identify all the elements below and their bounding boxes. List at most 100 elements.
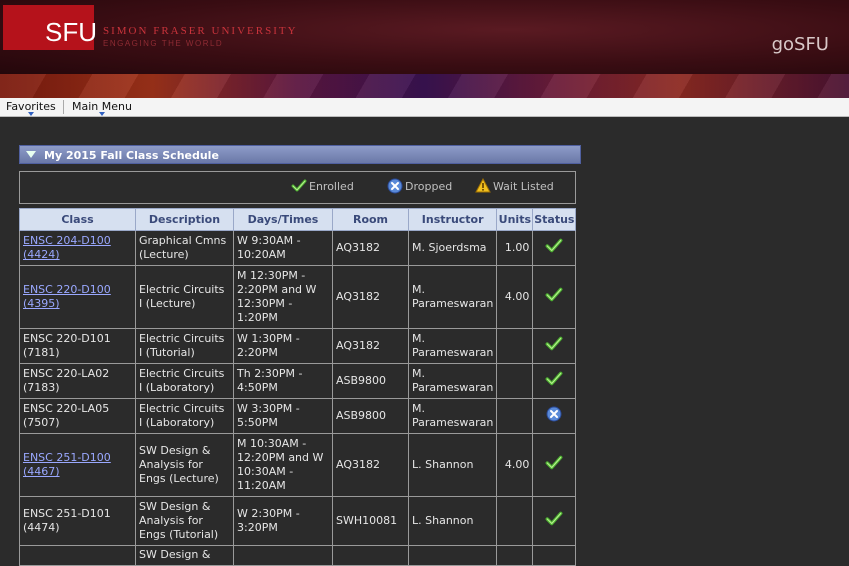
status-cell (532, 363, 577, 399)
class-cell: ENSC 251-D100 (4467) (19, 433, 136, 497)
menu-divider (63, 100, 64, 114)
university-name: SIMON FRASER UNIVERSITY (103, 25, 298, 37)
column-header-room[interactable]: Room (332, 208, 409, 231)
class-number: (4474) (23, 521, 60, 534)
units-cell (496, 545, 534, 566)
class-number: (7183) (23, 381, 60, 394)
units-cell: 4.00 (496, 433, 534, 497)
chevron-down-icon (98, 112, 105, 116)
description-cell: SW Design & Analysis for Engs (Lecture) (135, 433, 234, 497)
room-cell (332, 545, 409, 566)
checkmark-icon (291, 179, 307, 192)
tagline: ENGAGING THE WORLD (103, 39, 224, 48)
units-cell (496, 363, 534, 399)
class-cell (19, 545, 136, 566)
checkmark-icon (545, 336, 563, 351)
class-number: (4424) (23, 248, 60, 261)
days-times-cell (233, 545, 333, 566)
favorites-menu[interactable]: Favorites (6, 100, 56, 116)
room-cell: ASB9800 (332, 363, 409, 399)
class-cell: ENSC 204-D100 (4424) (19, 230, 136, 266)
class-code: ENSC 220-D101 (23, 332, 111, 345)
checkmark-icon (545, 371, 563, 386)
units-cell: 1.00 (496, 230, 534, 266)
room-cell: AQ3182 (332, 433, 409, 497)
column-header-class[interactable]: Class (19, 208, 136, 231)
class-cell: ENSC 251-D101 (4474) (19, 496, 136, 546)
column-header-description[interactable]: Description (135, 208, 234, 231)
class-code: ENSC 220-LA02 (23, 367, 110, 380)
instructor-cell: M. Sjoerdsma (407, 230, 498, 266)
table-row: ENSC 220-D100 (4395) Electric Circuits I … (19, 265, 577, 329)
status-legend: Enrolled Dropped Wait Listed (19, 171, 576, 204)
instructor-cell (407, 545, 498, 566)
class-link[interactable]: ENSC 251-D100 (4467) (23, 451, 111, 478)
table-row: ENSC 251-D100 (4467) SW Design & Analysis… (19, 433, 577, 497)
class-cell: ENSC 220-LA02 (7183) (19, 363, 136, 399)
decorative-stripe (0, 74, 849, 98)
instructor-cell: L. Shannon (407, 496, 498, 546)
collapse-triangle-icon[interactable] (26, 151, 36, 158)
chevron-down-icon (27, 112, 34, 116)
days-times-cell: W 1:30PM - 2:20PM (233, 328, 333, 364)
class-link[interactable]: ENSC 220-D100 (4395) (23, 283, 111, 310)
legend-enrolled-label: Enrolled (309, 180, 354, 193)
menu-bar: Favorites Main Menu (0, 98, 849, 117)
description-cell: Electric Circuits I (Laboratory) (135, 363, 234, 399)
units-cell (496, 328, 534, 364)
days-times-cell: W 2:30PM - 3:20PM (233, 496, 333, 546)
room-cell: AQ3182 (332, 328, 409, 364)
room-cell: ASB9800 (332, 398, 409, 434)
section-title: My 2015 Fall Class Schedule (44, 149, 219, 162)
column-header-instructor[interactable]: Instructor (407, 208, 498, 231)
legend-dropped-label: Dropped (405, 180, 453, 193)
status-cell (532, 328, 577, 364)
instructor-cell: M. Parameswaran (407, 363, 498, 399)
room-cell: AQ3182 (332, 265, 409, 329)
checkmark-icon (545, 455, 563, 470)
class-code: ENSC 220-D100 (23, 283, 111, 296)
description-cell: Electric Circuits I (Tutorial) (135, 328, 234, 364)
legend-enrolled: Enrolled (291, 179, 354, 193)
table-body: ENSC 204-D100 (4424) Graphical Cmns (Lect… (19, 230, 577, 566)
class-number: (4467) (23, 465, 60, 478)
column-header-units[interactable]: Units (496, 208, 534, 231)
sfu-logo[interactable]: SFU (3, 5, 97, 50)
app-title: goSFU (771, 34, 829, 55)
main-menu[interactable]: Main Menu (72, 100, 132, 116)
instructor-cell: M. Parameswaran (407, 398, 498, 434)
logo-text: SFU (45, 17, 97, 47)
class-code: ENSC 220-LA05 (23, 402, 110, 415)
days-times-cell: Th 2:30PM - 4:50PM (233, 363, 333, 399)
class-cell: ENSC 220-D100 (4395) (19, 265, 136, 329)
instructor-cell: M. Parameswaran (407, 265, 498, 329)
units-cell (496, 398, 534, 434)
column-header-status[interactable]: Status (532, 208, 577, 231)
class-number: (7507) (23, 416, 60, 429)
table-row: ENSC 220-D101 (7181) Electric Circuits I … (19, 328, 577, 364)
days-times-cell: M 12:30PM - 2:20PM and W 12:30PM - 1:20P… (233, 265, 333, 329)
description-cell: Electric Circuits I (Laboratory) (135, 398, 234, 434)
class-code: ENSC 251-D101 (23, 507, 111, 520)
checkmark-icon (545, 238, 563, 253)
table-row: ENSC 204-D100 (4424) Graphical Cmns (Lect… (19, 230, 577, 266)
days-times-cell: M 10:30AM - 12:20PM and W 10:30AM - 11:2… (233, 433, 333, 497)
schedule-section-header[interactable]: My 2015 Fall Class Schedule (19, 145, 581, 164)
table-row: ENSC 220-LA02 (7183) Electric Circuits I … (19, 363, 577, 399)
column-header-days-times[interactable]: Days/Times (233, 208, 333, 231)
class-schedule-table: Class Description Days/Times Room Instru… (19, 208, 577, 566)
legend-wait-listed-label: Wait Listed (493, 180, 554, 193)
x-circle-icon (387, 178, 403, 194)
status-cell (532, 265, 577, 329)
table-row: ENSC 220-LA05 (7507) Electric Circuits I … (19, 398, 577, 434)
header-banner: SFU SIMON FRASER UNIVERSITY ENGAGING THE… (0, 0, 849, 74)
description-cell: Electric Circuits I (Lecture) (135, 265, 234, 329)
room-cell: AQ3182 (332, 230, 409, 266)
class-code: ENSC 251-D100 (23, 451, 111, 464)
checkmark-icon (545, 287, 563, 302)
description-cell: SW Design & (135, 545, 234, 566)
class-number: (7181) (23, 346, 60, 359)
units-cell (496, 496, 534, 546)
class-link[interactable]: ENSC 204-D100 (4424) (23, 234, 111, 261)
instructor-cell: L. Shannon (407, 433, 498, 497)
